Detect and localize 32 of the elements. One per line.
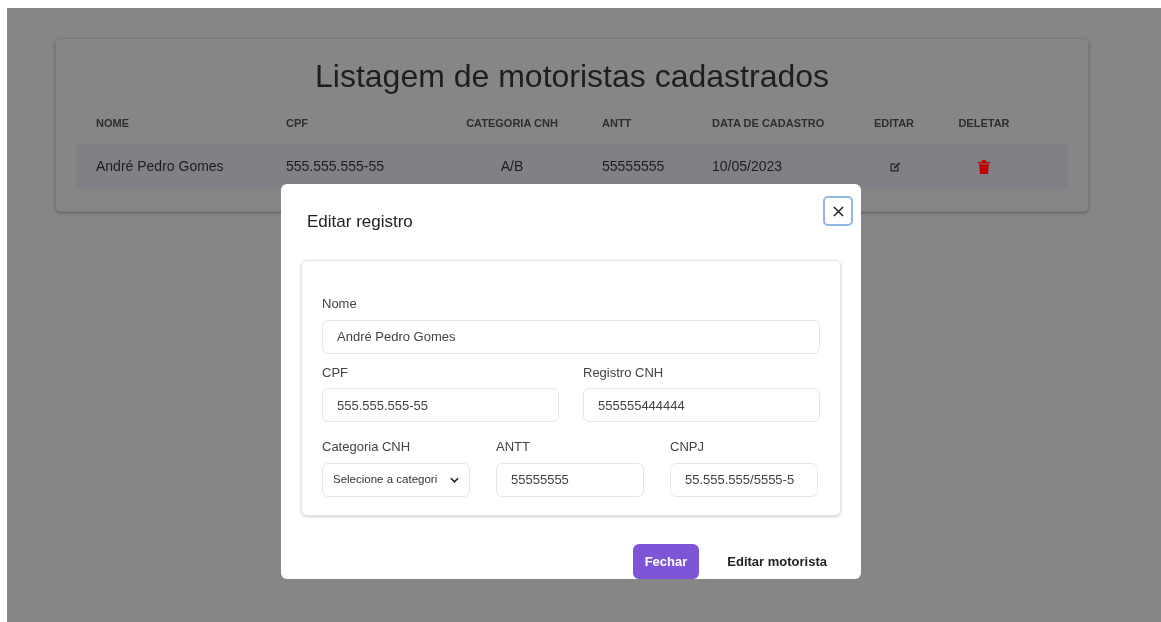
field-label: Nome	[322, 295, 357, 313]
table-cell: 10/05/2023	[712, 157, 783, 174]
column-header: DATA DE CADASTRO	[712, 117, 825, 130]
chevron-down-icon	[450, 476, 459, 483]
page-title: Listagem de motoristas cadastrados	[314, 57, 830, 96]
field-label: Registro CNH	[583, 363, 664, 382]
field-label: Categoria CNH	[322, 438, 411, 456]
column-header: EDITAR	[873, 117, 915, 130]
table-cell: A/B	[500, 157, 524, 174]
field-label: CPF	[322, 363, 348, 382]
column-header: DELETAR	[958, 117, 1010, 130]
table-cell: 55555555	[602, 157, 665, 174]
input-field[interactable]: André Pedro Gomes	[322, 319, 820, 354]
close-icon[interactable]	[832, 205, 844, 217]
close-button[interactable]: Fechar	[632, 543, 700, 579]
category-select[interactable]: Selecione a categori	[322, 462, 470, 497]
column-header: ANTT	[602, 117, 632, 130]
table-cell: 555.555.555-55	[286, 157, 385, 174]
column-header: CPF	[286, 117, 308, 130]
input-field[interactable]: 555.555.555-55	[322, 388, 559, 422]
column-header: CATEGORIA CNH	[466, 117, 558, 130]
close-button[interactable]	[823, 196, 853, 226]
modal-title: Editar registro	[307, 212, 413, 233]
field-label: ANTT	[496, 438, 530, 456]
input-field[interactable]: 555555444444	[583, 388, 820, 422]
input-field[interactable]: 55555555	[496, 462, 644, 497]
edit-icon[interactable]	[887, 160, 901, 174]
save-button[interactable]: Editar motorista	[715, 545, 839, 577]
field-label: CNPJ	[670, 438, 704, 456]
table-cell: André Pedro Gomes	[96, 157, 224, 174]
column-header: NOME	[96, 117, 129, 130]
input-field[interactable]: 55.555.555/5555-5	[670, 462, 818, 497]
